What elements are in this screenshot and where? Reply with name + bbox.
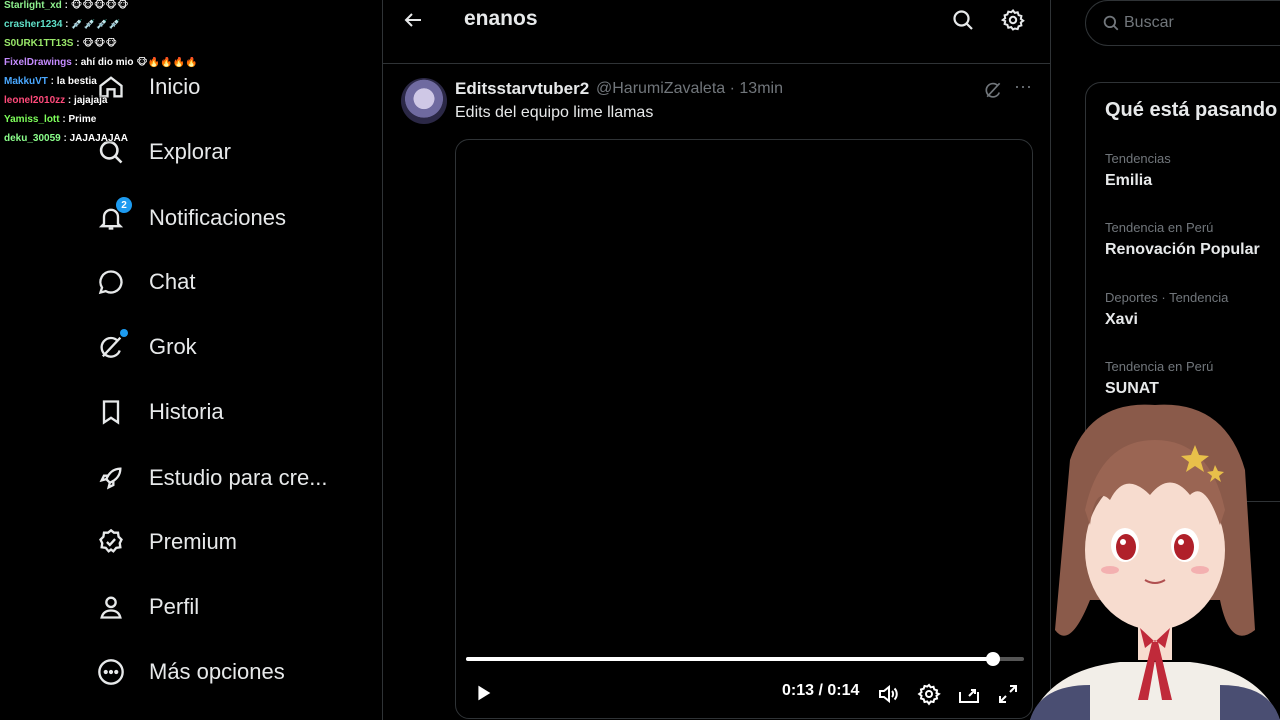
- sidebar-item-label: Premium: [149, 529, 238, 554]
- trend-context: Deportes · Tendencia: [1105, 290, 1229, 305]
- trend-item[interactable]: Tendencias Emilia: [1105, 151, 1171, 190]
- chat-user: leonel2010zz: [4, 95, 66, 106]
- chat-bubble-icon: [96, 267, 126, 297]
- chat-message: la bestia: [56, 76, 97, 87]
- back-arrow-icon[interactable]: [401, 8, 425, 32]
- sidebar-item-label: Notificaciones: [149, 205, 286, 230]
- chat-line: leonel2010zz : jajajaja: [4, 95, 108, 106]
- video-scrub-handle[interactable]: [986, 652, 1001, 666]
- bell-icon: 2: [96, 197, 132, 233]
- notification-badge: 2: [116, 197, 132, 213]
- sidebar-item-historia[interactable]: Historia: [96, 392, 224, 432]
- chat-line: Starlight_xd : 🐵🐵🐵🐵🐵: [4, 0, 129, 11]
- chat-user: FixelDrawings: [4, 57, 72, 68]
- chat-line: FixelDrawings : ahí dio mio 🐵🔥🔥🔥🔥: [4, 57, 198, 68]
- trend-item[interactable]: Tendencia en Perú SUNAT: [1105, 359, 1213, 398]
- chat-user: Starlight_xd: [4, 0, 62, 11]
- trend-name: Xavi: [1105, 311, 1138, 328]
- trend-item[interactable]: Tendencia en Perú Renovación Popular: [1105, 220, 1260, 259]
- page-header: enanos: [383, 0, 1050, 64]
- trend-name: Emilia: [1105, 172, 1153, 189]
- vtuber-avatar-image: [1030, 404, 1280, 720]
- trend-item[interactable]: Deportes · Tendencia Xavi: [1105, 290, 1228, 329]
- sidebar-item-chat[interactable]: Chat: [96, 262, 195, 302]
- sidebar-item-label: Grok: [149, 334, 197, 359]
- video-progress-fill: [466, 657, 994, 661]
- volume-icon[interactable]: [876, 682, 900, 706]
- search-input[interactable]: Buscar: [1124, 14, 1174, 32]
- search-icon: [1102, 14, 1120, 32]
- trend-context: Tendencias: [1105, 151, 1171, 166]
- settings-gear-icon[interactable]: [917, 682, 941, 706]
- chat-line: S0URK1TT13S : 🐵🐵🐵: [4, 38, 118, 49]
- sidebar-item-label: Más opciones: [149, 659, 285, 684]
- chat-message: 🐵🐵🐵🐵🐵: [70, 0, 129, 11]
- grok-icon[interactable]: [983, 80, 1003, 100]
- trend-name: Renovación Popular: [1105, 241, 1260, 258]
- chat-message: JAJAJAJAA: [69, 133, 128, 144]
- chat-line: MakkuVT : la bestia: [4, 76, 97, 87]
- chat-message: jajajaja: [74, 95, 108, 106]
- stream-chat-overlay: Starlight_xd : 🐵🐵🐵🐵🐵 crasher1234 : 💉💉💉💉 …: [4, 0, 204, 152]
- search-box[interactable]: Buscar: [1085, 0, 1280, 46]
- post-text: Edits del equipo lime llamas: [455, 104, 654, 121]
- main-column: enanos Editsstarvtuber2 @HarumiZavaleta …: [382, 0, 1051, 720]
- chat-user: deku_30059: [4, 133, 61, 144]
- sidebar-item-label: Chat: [149, 269, 196, 294]
- search-icon[interactable]: [951, 8, 975, 32]
- sidebar-item-label: Estudio para cre...: [149, 465, 328, 490]
- trends-title: Qué está pasando: [1105, 99, 1278, 121]
- chat-message: ahí dio mio 🐵🔥🔥🔥🔥: [80, 57, 198, 68]
- sidebar-item-label: Perfil: [149, 594, 200, 619]
- avatar[interactable]: [401, 78, 447, 124]
- chat-line: deku_30059 : JAJAJAJAA: [4, 133, 128, 144]
- rocket-icon: [96, 463, 126, 493]
- post-author-handle[interactable]: @HarumiZavaleta · 13min: [596, 80, 783, 98]
- sidebar-item-mas-opciones[interactable]: Más opciones: [96, 652, 285, 692]
- sidebar-item-grok[interactable]: Grok: [96, 327, 197, 367]
- more-options-icon[interactable]: ···: [1013, 77, 1033, 100]
- chat-message: Prime: [68, 114, 97, 125]
- chat-user: Yamiss_lott: [4, 114, 60, 125]
- play-icon[interactable]: [472, 682, 494, 704]
- chat-user: crasher1234: [4, 19, 63, 30]
- chat-user: MakkuVT: [4, 76, 48, 87]
- sidebar-item-label: Historia: [149, 399, 224, 424]
- chat-line: crasher1234 : 💉💉💉💉: [4, 19, 122, 30]
- sidebar-item-notificaciones[interactable]: 2 Notificaciones: [96, 197, 286, 238]
- video-time: 0:13 / 0:14: [782, 682, 860, 699]
- more-circle-icon: [96, 657, 126, 687]
- bookmark-icon: [96, 397, 126, 427]
- sidebar-item-perfil[interactable]: Perfil: [96, 587, 199, 627]
- video-player[interactable]: 0:13 / 0:14: [455, 139, 1033, 719]
- grok-icon: [96, 329, 128, 362]
- person-icon: [96, 592, 126, 622]
- chat-message: 🐵🐵🐵: [82, 38, 118, 49]
- gear-icon[interactable]: [1000, 8, 1025, 32]
- trend-context: Tendencia en Perú: [1105, 359, 1214, 374]
- chat-line: Yamiss_lott : Prime: [4, 114, 97, 125]
- sidebar-item-premium[interactable]: Premium: [96, 522, 237, 562]
- chat-message: 💉💉💉💉: [71, 19, 122, 30]
- picture-in-picture-icon[interactable]: [957, 682, 981, 706]
- post-author-name[interactable]: Editsstarvtuber2: [455, 79, 589, 99]
- new-indicator-dot: [120, 329, 128, 337]
- trend-name: SUNAT: [1105, 380, 1159, 397]
- fullscreen-icon[interactable]: [996, 682, 1020, 706]
- verified-icon: [96, 527, 126, 557]
- page-title: enanos: [464, 7, 538, 30]
- sidebar-item-estudio[interactable]: Estudio para cre...: [96, 458, 328, 498]
- chat-user: S0URK1TT13S: [4, 38, 74, 49]
- trend-context: Tendencia en Perú: [1105, 220, 1214, 235]
- video-progress-bar[interactable]: [466, 652, 1024, 666]
